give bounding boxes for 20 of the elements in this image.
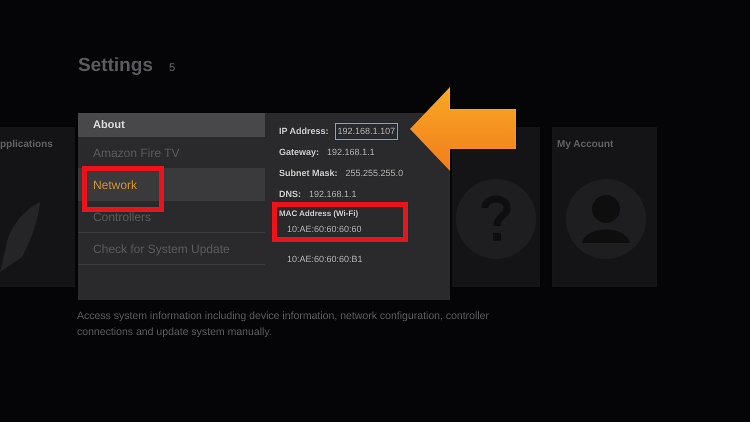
page-title: Settings	[78, 54, 153, 78]
mac-label: MAC Address (Wi-Fi)	[279, 208, 360, 220]
description-text: Access system information including device information, network configuration, controller connections and update system manually.	[77, 309, 490, 340]
menu-item[interactable]: Network	[93, 176, 138, 194]
detail-label: DNS:	[279, 188, 301, 201]
title-count: 5	[168, 61, 176, 76]
tile-label: My Account	[557, 138, 614, 152]
mac-value: 10:AE:60:60:60:60	[287, 223, 363, 236]
detail-label: Gateway:	[279, 146, 320, 159]
app-tile[interactable]: My Account	[552, 127, 657, 287]
tile-label: pplications	[0, 138, 53, 152]
app-tile[interactable]: pplications	[0, 127, 75, 287]
menu-header: About	[78, 113, 265, 137]
detail-value: 192.168.1.1	[326, 146, 376, 159]
detail-value: 192.168.1.107	[334, 122, 398, 140]
detail-label: Subnet Mask:	[279, 166, 338, 180]
detail-label: IP Address:	[279, 124, 329, 138]
detail-value: 255.255.255.0	[344, 166, 404, 180]
detail-value: 192.168.1.1	[308, 188, 358, 201]
mac-value: 10:AE:60:60:60:B1	[287, 252, 364, 266]
